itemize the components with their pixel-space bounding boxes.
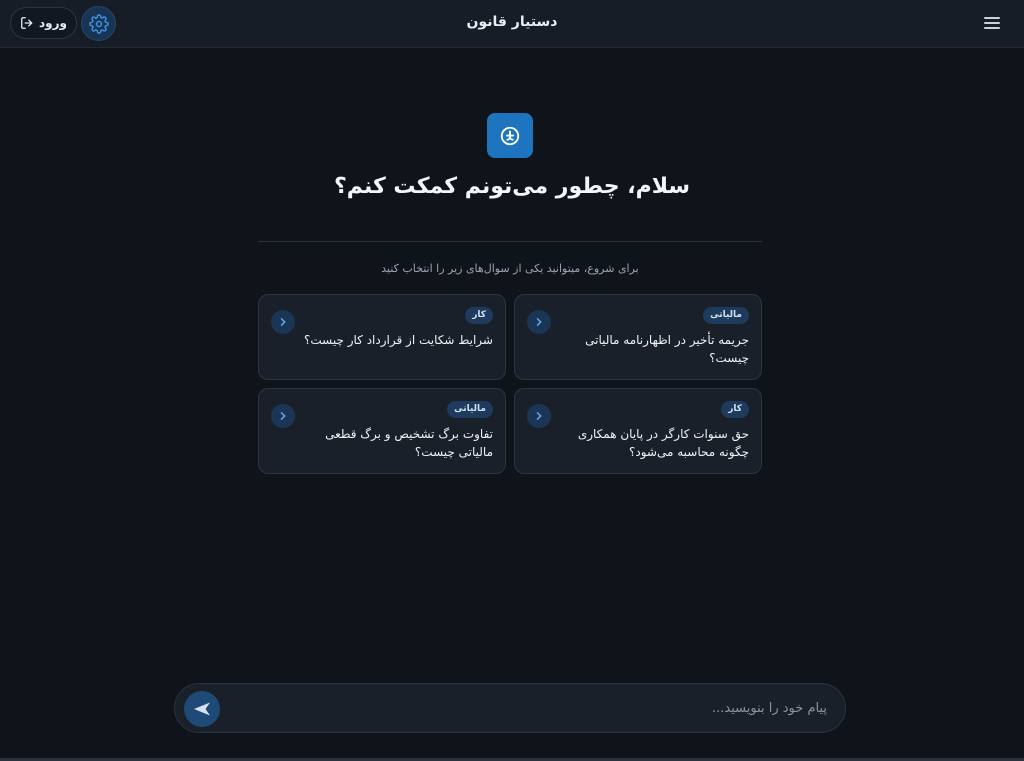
send-icon [194,702,210,716]
settings-button[interactable] [81,6,116,41]
chevron-right-icon [527,310,551,334]
app-title: دستیار قانون [466,14,558,30]
suggestion-card[interactable]: کار شرایط شکایت از قرارداد کار چیست؟ [258,294,506,380]
suggestion-card[interactable]: مالیاتی تفاوت برگ تشخیص و برگ قطعی مالیا… [258,388,506,474]
category-tag: مالیاتی [703,307,749,324]
suggestions-hint: برای شروع، میتوانید یکی از سوال‌های زیر … [381,262,639,275]
top-bar: دستیار قانون ورود [0,0,1024,48]
chevron-right-icon [271,310,295,334]
chevron-right-icon [271,404,295,428]
sign-in-icon [21,17,33,29]
suggestion-text: جریمه تأخیر در اظهارنامه مالیاتی چیست؟ [585,333,749,365]
suggestion-card[interactable]: مالیاتی جریمه تأخیر در اظهارنامه مالیاتی… [514,294,762,380]
divider [258,241,762,242]
menu-button[interactable] [978,11,1006,35]
suggestion-text: شرایط شکایت از قرارداد کار چیست؟ [304,333,493,347]
message-composer [174,683,846,733]
login-label: ورود [39,16,67,30]
login-button[interactable]: ورود [10,7,77,39]
suggestion-card[interactable]: کار حق سنوات کارگر در پایان همکاری چگونه… [514,388,762,474]
law-assistant-logo-icon [500,126,520,145]
menu-icon [984,17,1000,29]
category-tag: کار [465,307,493,324]
suggestion-text: حق سنوات کارگر در پایان همکاری چگونه محا… [577,427,749,459]
suggestion-text: تفاوت برگ تشخیص و برگ قطعی مالیاتی چیست؟ [325,427,493,459]
gear-icon [88,13,109,34]
category-tag: مالیاتی [447,401,493,418]
send-button[interactable] [184,691,220,727]
category-tag: کار [721,401,749,418]
assistant-logo [487,113,533,158]
message-input[interactable] [267,696,827,720]
chevron-right-icon [527,404,551,428]
greeting-title: سلام، چطور می‌تونم کمکت کنم؟ [333,174,691,199]
